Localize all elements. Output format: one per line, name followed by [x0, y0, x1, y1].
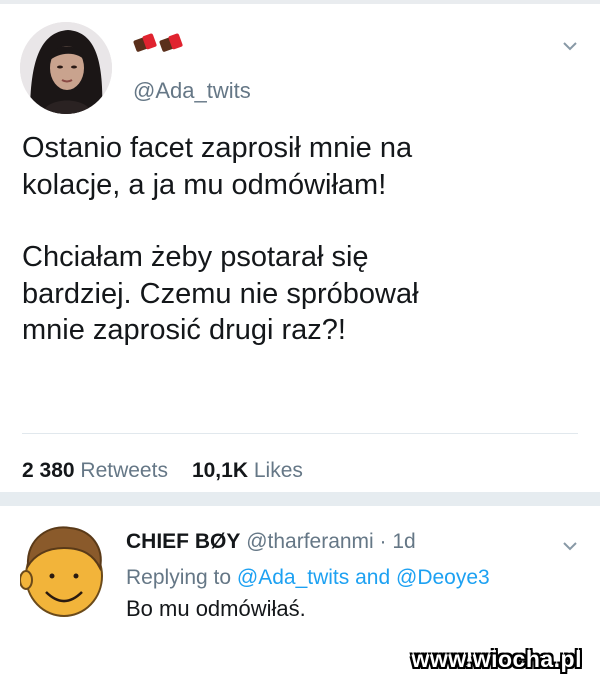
user-handle[interactable]: @Ada_twits	[133, 78, 251, 104]
likes-label: Likes	[253, 459, 303, 482]
retweets-count: 2 380	[22, 459, 75, 482]
tweet-text: Ostanio facet zaprosił mnie na kolacje, …	[22, 130, 572, 349]
chevron-down-icon[interactable]	[562, 40, 578, 52]
tweet-text-line: bardziej. Czemu nie spróbował	[22, 277, 419, 310]
section-separator	[0, 492, 600, 506]
avatar[interactable]	[20, 518, 108, 618]
main-tweet: @Ada_twits Ostanio facet zaprosił mnie n…	[0, 4, 600, 492]
chevron-down-icon[interactable]	[562, 540, 578, 552]
replying-and: and	[355, 566, 391, 589]
likes-stat[interactable]: 10,1K Likes	[192, 459, 303, 483]
mention-link[interactable]: @Ada_twits	[237, 566, 349, 589]
avatar-image	[20, 22, 112, 114]
chocolate-bar-icon	[132, 31, 158, 54]
name-emoji	[132, 32, 184, 53]
replying-to: Replying to @Ada_twits and @Deoye3	[126, 566, 490, 590]
retweets-stat[interactable]: 2 380 Retweets	[22, 459, 168, 483]
retweets-label: Retweets	[80, 459, 168, 482]
tweet-text-line: Chciałam żeby psotarał się	[22, 241, 369, 273]
engagement-stats: 2 380 Retweets 10,1K Likes	[22, 459, 303, 483]
chocolate-bar-icon	[158, 31, 184, 54]
divider	[22, 433, 578, 434]
tweet-text-line: kolacje, a ja mu odmówiłam!	[22, 168, 387, 201]
mention-link[interactable]: @Deoye3	[396, 566, 490, 589]
watermark: www.wiocha.pl	[411, 646, 582, 672]
tweet-text-line: Ostanio facet zaprosił mnie na	[22, 132, 413, 164]
replying-prefix: Replying to	[126, 566, 232, 589]
handle-and-time[interactable]: @tharferanmi · 1d	[246, 530, 416, 553]
likes-count: 10,1K	[191, 459, 248, 482]
tweet-text-line: mnie zaprosić drugi raz?!	[22, 314, 346, 346]
avatar[interactable]	[20, 22, 112, 114]
display-name[interactable]: CHIEF BØY	[126, 530, 240, 553]
reply-header: CHIEF BØY @tharferanmi · 1d	[126, 530, 416, 554]
reply-text: Bo mu odmówiłaś.	[126, 596, 306, 621]
